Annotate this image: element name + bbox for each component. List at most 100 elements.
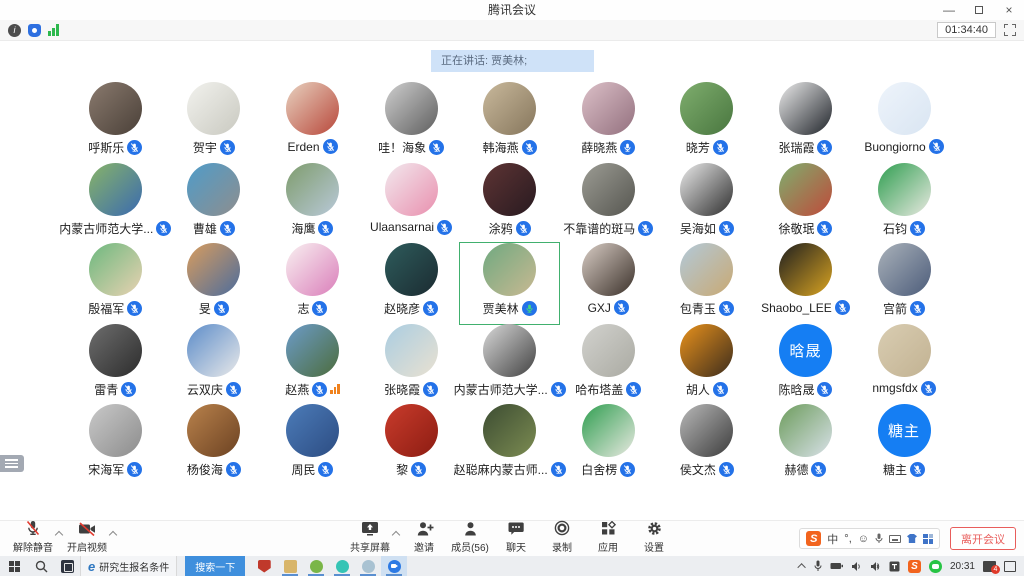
- minimize-button[interactable]: —: [934, 0, 964, 20]
- participant-tile[interactable]: 海鹰: [263, 163, 362, 244]
- participant-tile[interactable]: 晗晟 陈晗晟: [756, 324, 855, 405]
- mic-status-icon: [516, 221, 531, 236]
- participant-tile[interactable]: 黎: [362, 404, 461, 485]
- tray-ime-icon[interactable]: [889, 561, 900, 572]
- pinned-app-dark[interactable]: [54, 556, 80, 576]
- participant-tile[interactable]: 殷福军: [66, 243, 165, 324]
- participant-tile[interactable]: 赵晓彦: [362, 243, 461, 324]
- unmute-options-chevron[interactable]: [55, 531, 63, 539]
- meeting-info-icon[interactable]: i: [8, 24, 21, 37]
- participant-tile[interactable]: 吴海如: [658, 163, 757, 244]
- chat-button[interactable]: 聊天: [493, 524, 539, 554]
- tray-mic-icon[interactable]: [814, 560, 822, 572]
- ime-toolbox-icon[interactable]: [923, 534, 933, 544]
- participant-tile[interactable]: 糖主 糖主: [855, 404, 954, 485]
- ime-keyboard-icon[interactable]: [889, 535, 901, 543]
- network-quality-icon[interactable]: [48, 24, 59, 36]
- share-screen-button[interactable]: 共享屏幕: [347, 524, 393, 554]
- participant-tile[interactable]: 张瑞霞: [756, 82, 855, 163]
- leave-meeting-button[interactable]: 离开会议: [950, 527, 1016, 550]
- chat-preview-handle[interactable]: [0, 455, 24, 472]
- participant-tile[interactable]: 石钧: [855, 163, 954, 244]
- taskbar-app-gray[interactable]: [355, 556, 381, 576]
- start-video-button[interactable]: 开启视频: [64, 524, 110, 554]
- start-button[interactable]: [0, 556, 28, 576]
- action-center-icon[interactable]: [1004, 561, 1016, 572]
- ime-punctuation-icon[interactable]: °,: [844, 533, 851, 545]
- participant-tile[interactable]: 涂鸦: [460, 163, 559, 244]
- record-button[interactable]: 录制: [539, 524, 585, 554]
- participant-tile[interactable]: Ulaansarnai: [362, 163, 461, 244]
- fullscreen-icon[interactable]: [1004, 24, 1016, 36]
- taskbar-app-green[interactable]: [303, 556, 329, 576]
- maximize-button[interactable]: [964, 0, 994, 20]
- ime-mic-icon[interactable]: [875, 533, 883, 544]
- close-button[interactable]: ×: [994, 0, 1024, 20]
- participant-tile[interactable]: Shaobo_LEE: [756, 243, 855, 324]
- tray-battery-icon[interactable]: [830, 562, 843, 570]
- settings-button[interactable]: 设置: [631, 524, 677, 554]
- sogou-ime-bar[interactable]: S 中 °, ☺: [799, 528, 940, 549]
- taskbar-search-button[interactable]: [28, 556, 54, 576]
- participant-tile[interactable]: 宫箭: [855, 243, 954, 324]
- tray-sogou-icon[interactable]: S: [908, 560, 921, 573]
- participant-tile[interactable]: 呼斯乐: [66, 82, 165, 163]
- participant-tile[interactable]: 晓芳: [658, 82, 757, 163]
- participant-tile[interactable]: Buongiorno: [855, 82, 954, 163]
- participant-tile[interactable]: 哈布塔盖: [559, 324, 658, 405]
- ime-emoji-icon[interactable]: ☺: [858, 533, 869, 545]
- hidden-icons-chevron[interactable]: [797, 563, 805, 571]
- video-options-chevron[interactable]: [109, 531, 117, 539]
- participant-tile[interactable]: GXJ: [559, 243, 658, 324]
- taskbar-app-meeting[interactable]: [381, 556, 407, 576]
- participant-tile[interactable]: 云双庆: [165, 324, 264, 405]
- participant-tile[interactable]: 贺宇: [165, 82, 264, 163]
- participant-tile[interactable]: 赵聪麻内蒙古师...: [460, 404, 559, 485]
- taskbar-app-teal[interactable]: [329, 556, 355, 576]
- ime-skin-icon[interactable]: [907, 534, 917, 543]
- participant-tile[interactable]: 内蒙古师范大学...: [66, 163, 165, 244]
- taskbar-app-folder[interactable]: [277, 556, 303, 576]
- participant-tile[interactable]: 哇！海象: [362, 82, 461, 163]
- apps-button[interactable]: 应用: [585, 524, 631, 554]
- participant-tile[interactable]: 徐敬珉: [756, 163, 855, 244]
- participant-tile[interactable]: 侯文杰: [658, 404, 757, 485]
- meeting-security-icon[interactable]: [28, 24, 41, 37]
- participant-tile[interactable]: 周民: [263, 404, 362, 485]
- participant-tile[interactable]: 包青玉: [658, 243, 757, 324]
- participant-tile[interactable]: 雷青: [66, 324, 165, 405]
- tray-volume-icon[interactable]: [870, 561, 881, 572]
- participant-tile[interactable]: 薛晓燕: [559, 82, 658, 163]
- participant-tile[interactable]: 曹雄: [165, 163, 264, 244]
- participant-tile[interactable]: 不靠谱的斑马: [559, 163, 658, 244]
- invite-button[interactable]: 邀请: [401, 524, 447, 554]
- taskbar-app-security[interactable]: [251, 556, 277, 576]
- participant-tile[interactable]: 赵燕: [263, 324, 362, 405]
- share-options-chevron[interactable]: [392, 531, 400, 539]
- participant-tile[interactable]: nmgsfdx: [855, 324, 954, 405]
- members-button[interactable]: 成员(56): [447, 524, 493, 554]
- participant-tile[interactable]: 韩海燕: [460, 82, 559, 163]
- participant-tile[interactable]: 贾美林: [460, 243, 559, 324]
- participant-tile[interactable]: Erden: [263, 82, 362, 163]
- participant-tile[interactable]: 赫德: [756, 404, 855, 485]
- participant-tile[interactable]: 杨俊海: [165, 404, 264, 485]
- notifications-icon[interactable]: 4: [983, 561, 996, 572]
- search-now-button[interactable]: 搜索一下: [185, 556, 245, 576]
- browser-window-button[interactable]: e 研究生报名条件: [80, 556, 177, 576]
- members-label: 成员(56): [451, 539, 489, 554]
- participant-tile[interactable]: 白舍楞: [559, 404, 658, 485]
- taskbar-clock[interactable]: 20:31: [950, 561, 975, 572]
- sogou-logo-icon[interactable]: S: [806, 531, 821, 546]
- participant-tile[interactable]: 张晓霞: [362, 324, 461, 405]
- tray-audio-device-icon[interactable]: [851, 561, 862, 572]
- tray-green-app-icon[interactable]: [929, 560, 942, 573]
- unmute-button[interactable]: 解除静音: [10, 524, 56, 554]
- participant-tile[interactable]: 旻: [165, 243, 264, 324]
- ime-mode-indicator[interactable]: 中: [827, 531, 838, 547]
- participant-tile[interactable]: 胡人: [658, 324, 757, 405]
- participant-tile[interactable]: 志: [263, 243, 362, 324]
- participant-tile[interactable]: 宋海军: [66, 404, 165, 485]
- participant-tile[interactable]: 内蒙古师范大学...: [460, 324, 559, 405]
- participant-nameline: 内蒙古师范大学...: [454, 381, 566, 398]
